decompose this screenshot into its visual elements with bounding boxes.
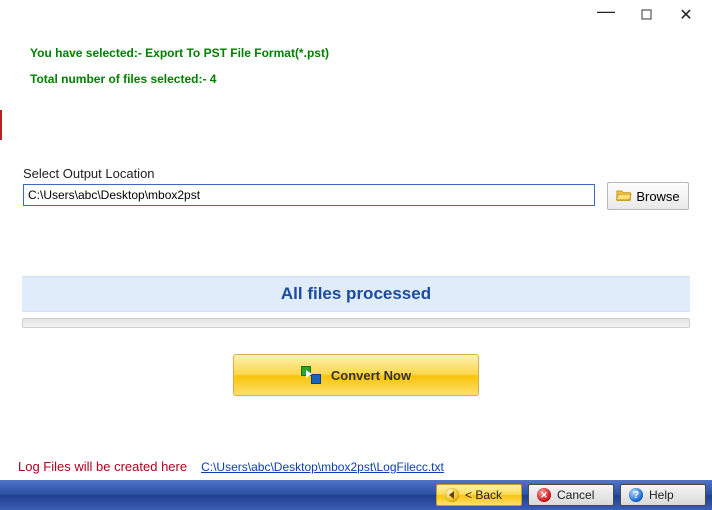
cancel-button-label: Cancel	[557, 488, 594, 502]
log-file-row: Log Files will be created here C:\Users\…	[18, 459, 444, 474]
wizard-button-bar: < Back Cancel Help	[0, 480, 712, 510]
selection-info: You have selected:- Export To PST File F…	[0, 30, 712, 98]
maximize-button[interactable]	[626, 2, 666, 28]
convert-icon	[301, 366, 321, 384]
status-banner: All files processed	[22, 276, 690, 312]
minimize-button[interactable]: —	[586, 2, 626, 28]
status-text: All files processed	[281, 284, 431, 304]
output-location-section: Select Output Location Browse	[0, 156, 712, 210]
convert-button-label: Convert Now	[331, 368, 411, 383]
help-button[interactable]: Help	[620, 484, 706, 506]
log-label: Log Files will be created here	[18, 459, 187, 474]
left-edge-artifact	[0, 110, 2, 140]
progress-track	[22, 318, 690, 328]
browse-button-label: Browse	[636, 189, 679, 204]
folder-open-icon	[616, 188, 632, 205]
browse-button[interactable]: Browse	[607, 182, 689, 210]
help-button-label: Help	[649, 488, 674, 502]
window-titlebar: — ✕	[0, 0, 712, 30]
close-button[interactable]: ✕	[666, 2, 706, 28]
log-file-link[interactable]: C:\Users\abc\Desktop\mbox2pst\LogFilecc.…	[201, 460, 444, 474]
cancel-icon	[537, 488, 551, 502]
file-count-text: Total number of files selected:- 4	[30, 66, 682, 92]
back-button[interactable]: < Back	[436, 484, 522, 506]
help-icon	[629, 488, 643, 502]
output-path-input[interactable]	[23, 184, 595, 206]
back-button-label: < Back	[465, 488, 502, 502]
convert-now-button[interactable]: Convert Now	[233, 354, 479, 396]
cancel-button[interactable]: Cancel	[528, 484, 614, 506]
output-location-label: Select Output Location	[23, 166, 689, 181]
selected-format-text: You have selected:- Export To PST File F…	[30, 40, 682, 66]
back-arrow-icon	[445, 488, 459, 502]
